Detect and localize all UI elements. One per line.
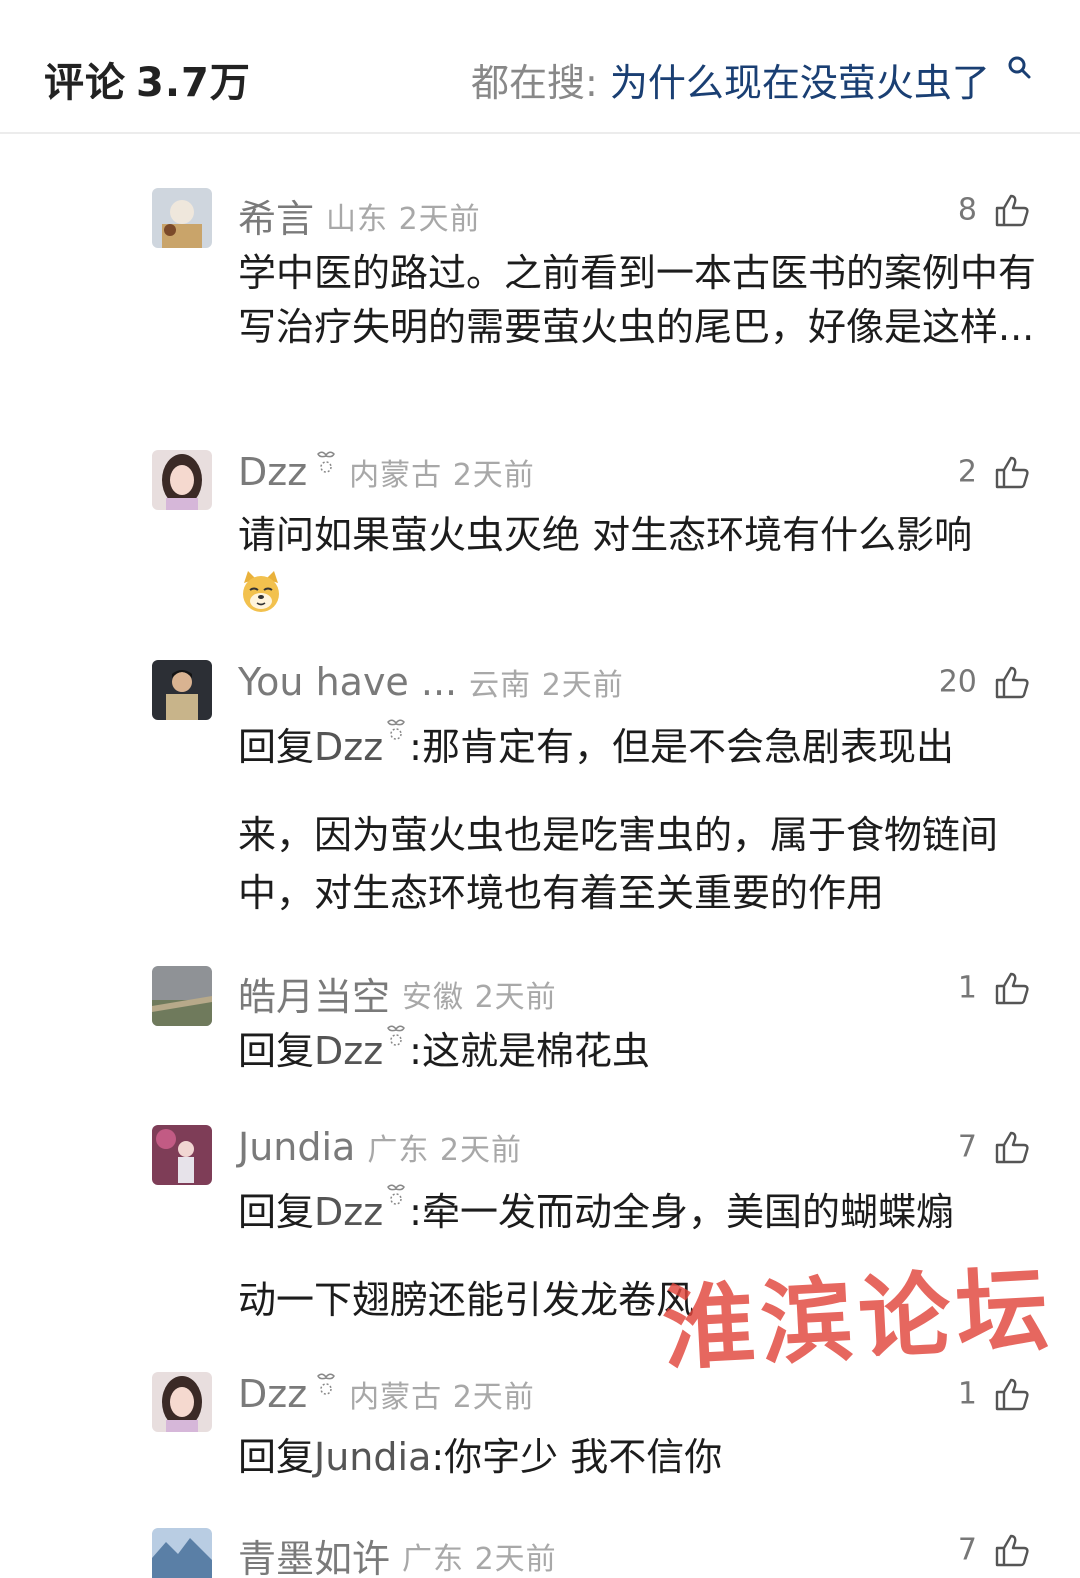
ribbon-badge-icon — [387, 1025, 406, 1046]
like-count: 1 — [957, 1376, 977, 1412]
avatar[interactable] — [152, 1372, 212, 1432]
comments-header: 评论 3.7万 都在搜: 为什么现在没萤火虫了 — [0, 0, 1080, 134]
like-button[interactable]: 2 — [958, 454, 1030, 490]
watermark: 淮滨论坛 — [659, 1254, 1057, 1384]
comment-text-continued: 来，因为萤火虫也是吃害虫的，属于食物链间中，对生态环境也有着至关重要的作用 — [238, 813, 999, 915]
location: 内蒙古 — [349, 458, 443, 493]
trending-search-query: 为什么现在没萤火虫了 — [609, 61, 990, 105]
username[interactable]: 希言 — [238, 197, 314, 241]
location-time: 广东 2天前 — [367, 1133, 522, 1168]
location: 山东 — [326, 201, 389, 237]
ribbon-badge-icon — [387, 719, 406, 740]
timestamp: 2天前 — [541, 668, 624, 703]
location: 广东 — [402, 1541, 465, 1577]
like-button[interactable]: 7 — [958, 1129, 1030, 1165]
like-button[interactable]: 8 — [958, 192, 1030, 228]
timestamp: 2天前 — [398, 201, 481, 237]
comment-meta: Dzz 内蒙古 2天前 — [238, 450, 535, 506]
comment-meta: 皓月当空 安徽 2天前 — [238, 966, 557, 1022]
avatar[interactable] — [152, 966, 212, 1026]
comment-meta: Dzz 内蒙古 2天前 — [238, 1372, 535, 1428]
comment-body: 回复Dzz :那肯定有，但是不会急剧表现出 来，因为萤火虫也是吃害虫的，属于食物链… — [238, 718, 1038, 922]
location: 内蒙古 — [349, 1380, 443, 1415]
reply-prefix: 回复 — [238, 1190, 315, 1234]
thumbs-up-icon — [995, 194, 1029, 227]
location: 广东 — [367, 1133, 430, 1168]
reply-prefix: 回复 — [238, 1435, 315, 1479]
comment-text: :牵一发而动全身，美国的蝴蝶煽 — [409, 1190, 954, 1234]
thumbs-up-icon — [995, 972, 1029, 1005]
username[interactable]: 青墨如许 — [238, 1537, 390, 1578]
like-button[interactable]: 20 — [939, 664, 1030, 700]
timestamp: 2天前 — [474, 979, 557, 1015]
like-count: 7 — [957, 1532, 977, 1568]
like-count: 20 — [938, 664, 977, 700]
comment-meta: Jundia 广东 2天前 — [238, 1125, 522, 1181]
like-button[interactable]: 1 — [958, 970, 1030, 1006]
thumbs-up-icon — [995, 1131, 1029, 1164]
comment-body: 请问如果萤火虫灭绝 对生态环境有什么影响 — [238, 508, 1038, 616]
comment-text: :这就是棉花虫 — [409, 1029, 650, 1073]
like-button[interactable]: 1 — [958, 1376, 1030, 1412]
thumbs-up-icon — [995, 1534, 1029, 1567]
thumbs-up-icon — [995, 1378, 1029, 1411]
comment-text: :那肯定有，但是不会急剧表现出 — [409, 725, 954, 769]
ribbon-badge-icon — [317, 1373, 336, 1395]
comment-body: 回复Jundia:你字少 我不信你 — [238, 1430, 1038, 1484]
timestamp: 2天前 — [439, 1133, 522, 1168]
like-count: 2 — [957, 454, 977, 490]
avatar[interactable] — [152, 660, 212, 720]
username[interactable]: Jundia — [238, 1125, 355, 1169]
location-time: 广东 2天前 — [402, 1542, 557, 1577]
timestamp: 2天前 — [452, 1380, 535, 1415]
thumbs-up-icon — [995, 666, 1029, 699]
location-time: 山东 2天前 — [326, 202, 481, 237]
avatar[interactable] — [152, 1528, 212, 1578]
like-count: 7 — [957, 1129, 977, 1165]
comment-text: 学中医的路过。之前看到一本古医书的案例中有写治疗失明的需要萤火虫的尾巴，好像是这… — [238, 251, 1037, 349]
timestamp: 2天前 — [474, 1541, 557, 1577]
comment-meta: 青墨如许 广东 2天前 — [238, 1528, 557, 1578]
avatar[interactable] — [152, 450, 212, 510]
trending-search-link[interactable]: 都在搜: 为什么现在没萤火虫了 — [471, 52, 1032, 107]
trending-search-label: 都在搜: — [470, 61, 598, 105]
thumbs-up-icon — [995, 456, 1029, 489]
location-time: 内蒙古 2天前 — [349, 458, 535, 493]
comment-text: 请问如果萤火虫灭绝 对生态环境有什么影响 — [238, 513, 973, 557]
like-count: 8 — [957, 192, 977, 228]
location: 云南 — [469, 668, 532, 703]
comments-count: 3.7万 — [136, 60, 251, 106]
location-time: 安徽 2天前 — [402, 980, 557, 1015]
avatar[interactable] — [152, 188, 212, 248]
comments-title: 评论 3.7万 — [44, 50, 251, 108]
reply-target-username[interactable]: Dzz — [314, 1190, 383, 1234]
reply-prefix: 回复 — [238, 725, 315, 769]
comment-meta: You have ... 云南 2天前 — [238, 660, 624, 716]
reply-target-username[interactable]: Dzz — [314, 1029, 383, 1073]
comment-text: :你字少 我不信你 — [431, 1435, 723, 1479]
comment-meta: 希言 山东 2天前 — [238, 188, 481, 244]
username[interactable]: Dzz — [238, 1372, 307, 1416]
timestamp: 2天前 — [452, 458, 535, 493]
reply-prefix: 回复 — [238, 1029, 315, 1073]
like-button[interactable]: 7 — [958, 1532, 1030, 1568]
username[interactable]: Dzz — [238, 450, 307, 494]
like-count: 1 — [957, 970, 977, 1006]
ribbon-badge-icon — [387, 1184, 406, 1205]
comment-body: 回复Dzz :这就是棉花虫 — [238, 1024, 1038, 1078]
search-icon — [1008, 56, 1031, 79]
reply-target-username[interactable]: Jundia — [314, 1435, 431, 1479]
avatar[interactable] — [152, 1125, 212, 1185]
comments-title-label: 评论 — [44, 60, 126, 106]
reply-target-username[interactable]: Dzz — [314, 725, 383, 769]
comment-page: 评论 3.7万 都在搜: 为什么现在没萤火虫了 希言 山东 2天前 8 学中医的… — [0, 0, 1080, 1578]
username[interactable]: 皓月当空 — [238, 975, 390, 1019]
username[interactable]: You have ... — [238, 660, 457, 704]
location-time: 云南 2天前 — [469, 668, 624, 703]
dog-face-emoji-icon — [243, 570, 279, 612]
ribbon-badge-icon — [317, 451, 336, 473]
location: 安徽 — [402, 979, 465, 1015]
location-time: 内蒙古 2天前 — [349, 1380, 535, 1415]
